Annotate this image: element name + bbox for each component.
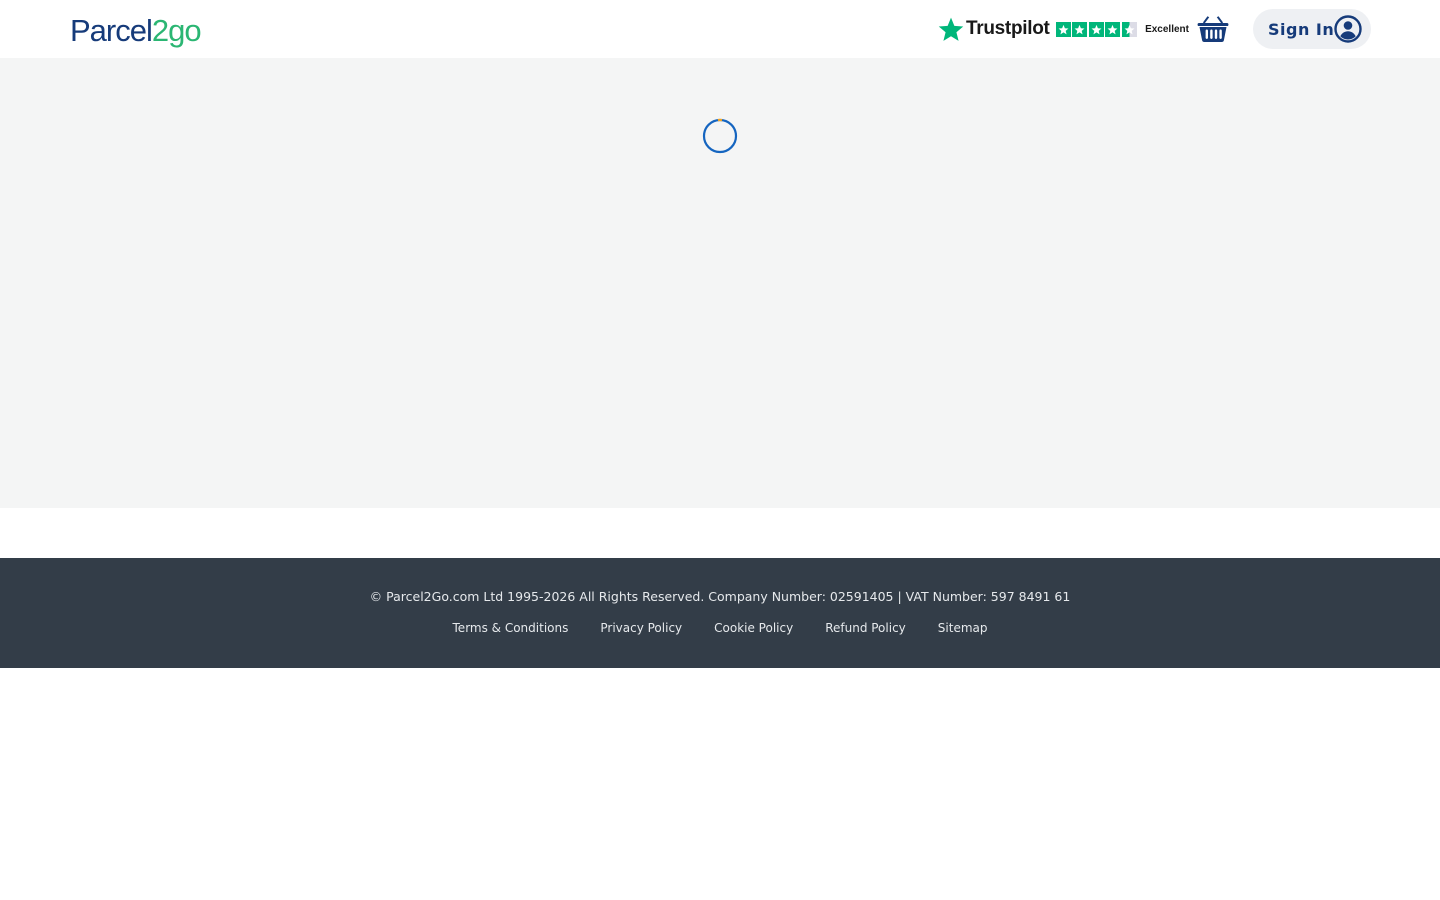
trustpilot-rating-text: Excellent — [1145, 23, 1189, 35]
trustpilot-star-icon — [938, 17, 964, 41]
star-icon — [1055, 21, 1071, 37]
logo-text-parcel: Parcel — [70, 13, 153, 48]
terms-conditions-link[interactable]: Terms & Conditions — [453, 621, 569, 635]
main-content — [0, 58, 1440, 508]
site-footer: © Parcel2Go.com Ltd 1995-2026 All Rights… — [0, 558, 1440, 668]
sitemap-link[interactable]: Sitemap — [938, 621, 988, 635]
loading-spinner-icon — [702, 118, 738, 154]
star-icon — [1088, 21, 1104, 37]
site-header: Parcel 2go Trustpilot Excellent Sign In — [0, 0, 1440, 58]
half-star-icon — [1121, 21, 1137, 37]
footer-links: Terms & Conditions Privacy Policy Cookie… — [0, 621, 1440, 635]
user-circle-icon — [1334, 15, 1362, 43]
trustpilot-widget[interactable]: Trustpilot Excellent — [938, 14, 1189, 44]
star-icon — [1072, 21, 1088, 37]
trustpilot-wordmark: Trustpilot — [966, 18, 1050, 39]
basket-icon[interactable] — [1197, 14, 1229, 44]
star-icon — [1105, 21, 1121, 37]
parcel2go-logo[interactable]: Parcel 2go — [70, 12, 202, 50]
copyright-text: © Parcel2Go.com Ltd 1995-2026 All Rights… — [369, 589, 1071, 604]
trustpilot-stars — [1055, 21, 1139, 37]
privacy-policy-link[interactable]: Privacy Policy — [600, 621, 682, 635]
sign-in-button[interactable]: Sign In — [1253, 9, 1371, 49]
refund-policy-link[interactable]: Refund Policy — [825, 621, 906, 635]
logo-text-2go: 2go — [151, 13, 202, 48]
cookie-policy-link[interactable]: Cookie Policy — [714, 621, 793, 635]
sign-in-label: Sign In — [1268, 19, 1335, 39]
